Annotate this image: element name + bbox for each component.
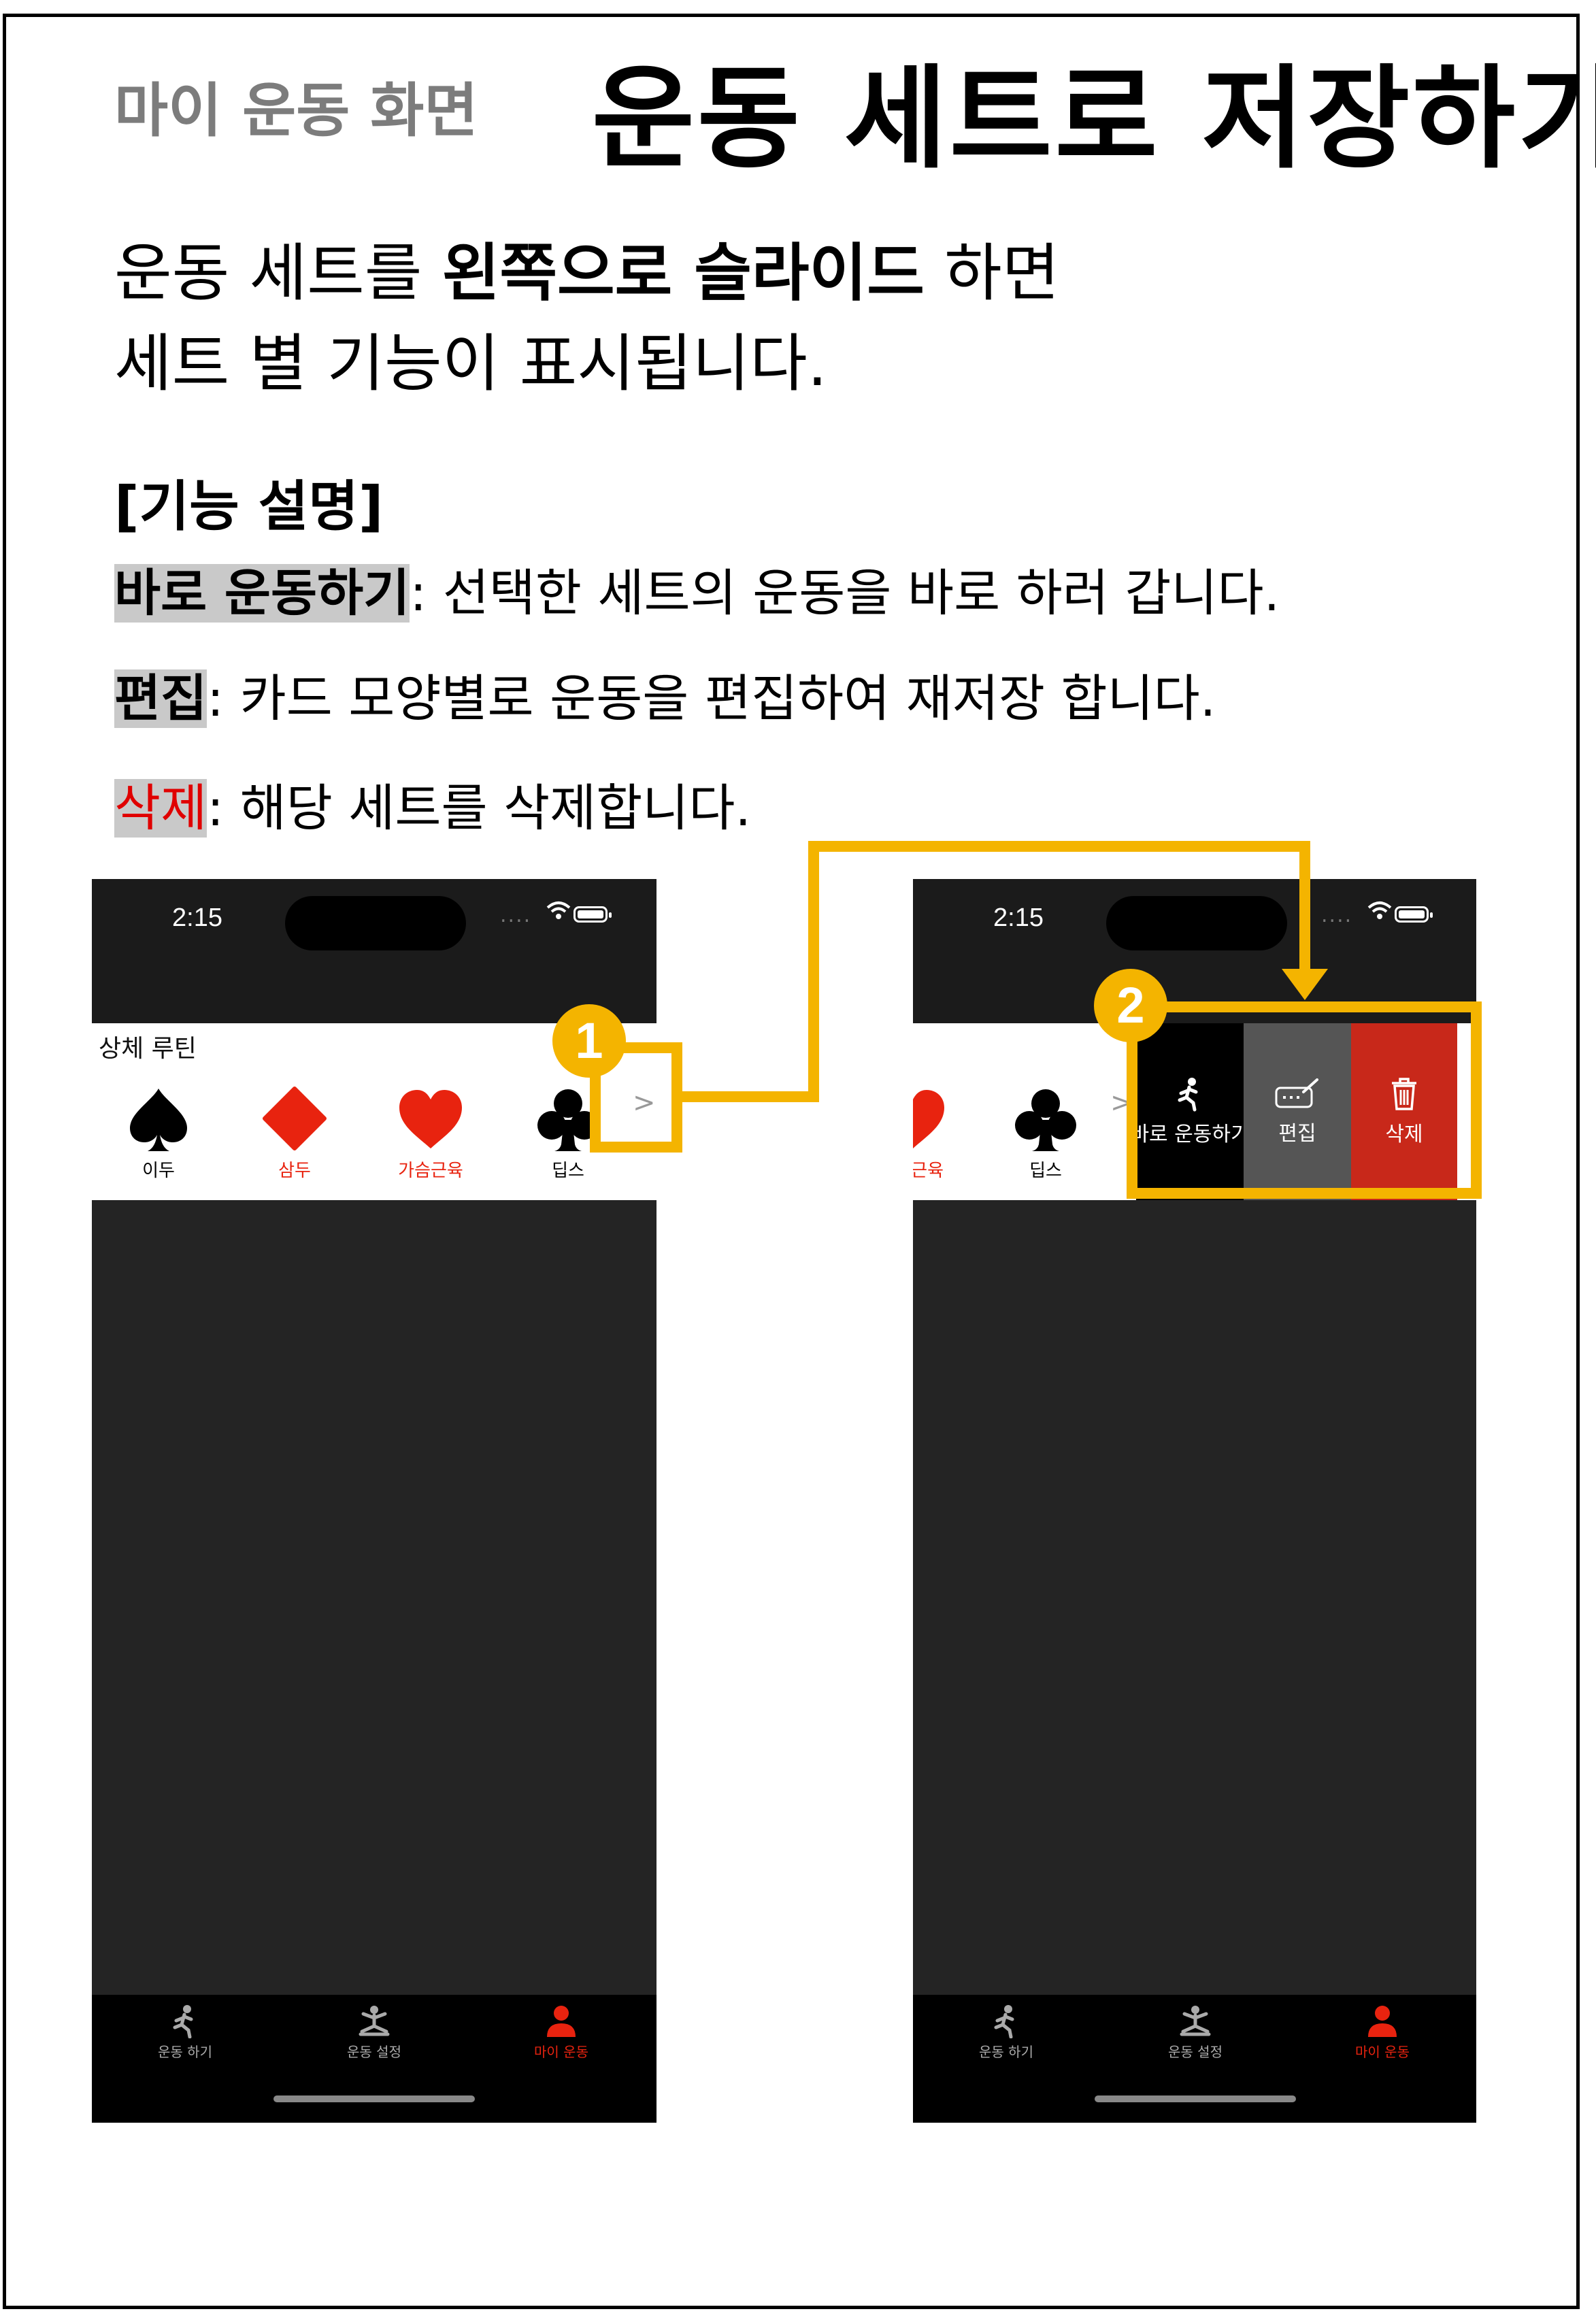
highlight-box-actions (1127, 1001, 1482, 1199)
step-badge-2: 2 (1094, 969, 1167, 1042)
step-badge-1: 1 (552, 1004, 626, 1078)
